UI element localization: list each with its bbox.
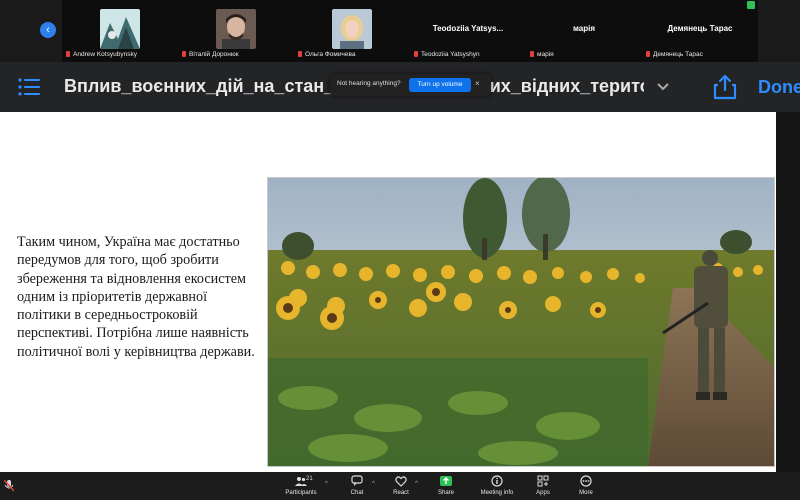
avatar [100, 9, 140, 49]
participant-tile[interactable]: Teodoziia Yatsys... Teodoziia Yatsyshyn [410, 0, 526, 62]
participant-tile[interactable]: Andrew Kotsyubynsky [62, 0, 178, 62]
list-icon[interactable] [18, 78, 40, 96]
participant-name-label: Andrew Kotsyubynsky [66, 51, 137, 58]
participants-button[interactable]: Participants [276, 475, 326, 500]
chevron-up-icon[interactable]: ^ [415, 481, 418, 487]
apps-icon [537, 475, 549, 487]
chat-icon [351, 475, 363, 486]
muted-mic-icon [414, 51, 418, 57]
chevron-up-icon[interactable]: ^ [372, 481, 375, 487]
avatar [216, 9, 256, 49]
meeting-info-button[interactable]: Meeting info [472, 475, 522, 500]
muted-mic-icon [66, 51, 70, 57]
previous-page-button[interactable]: ‹ [40, 22, 56, 38]
shared-slide: Таким чином, Україна має достатньо перед… [0, 112, 776, 472]
participant-name-label: Ольга Фомичева [298, 51, 355, 58]
slide-photo [267, 177, 775, 467]
muted-mic-icon [530, 51, 534, 57]
participant-count: 21 [306, 476, 313, 482]
avatar [332, 9, 372, 49]
chat-button[interactable]: Chat [332, 475, 382, 500]
participant-name-label: Teodoziia Yatsyshyn [414, 51, 480, 58]
done-button[interactable]: Done [758, 77, 800, 98]
participant-tile[interactable]: Демянець Тарас Демянець Тарас [642, 0, 758, 62]
slide-body-text: Таким чином, Україна має достатньо перед… [17, 234, 255, 360]
security-indicator-icon [747, 1, 755, 9]
participant-display-name: марія [572, 24, 596, 33]
muted-mic-icon [646, 51, 650, 57]
toast-message: Not hearing anything? [337, 80, 401, 87]
sunflower-field-image [268, 178, 774, 466]
participant-name-label: Віталій Доронюк [182, 51, 239, 58]
muted-mic-icon[interactable] [3, 479, 15, 493]
react-button[interactable]: React [376, 475, 426, 500]
chevron-down-icon[interactable] [656, 80, 670, 94]
participant-name-label: марія [530, 51, 554, 58]
more-button[interactable]: More [561, 475, 611, 500]
share-screen-button[interactable]: Share [421, 475, 471, 500]
more-icon [580, 475, 592, 487]
info-icon [491, 475, 503, 487]
participant-name-label: Демянець Тарас [646, 51, 703, 58]
heart-icon [395, 476, 407, 487]
meeting-toolbar: Participants 21 ^ Chat ^ React ^ Share M… [0, 472, 800, 500]
chevron-up-icon[interactable]: ^ [325, 481, 328, 487]
participant-tile[interactable]: Віталій Доронюк [178, 0, 294, 62]
turn-up-volume-button[interactable]: Turn up volume [409, 78, 471, 92]
muted-mic-icon [182, 51, 186, 57]
window-edge [776, 112, 800, 472]
share-screen-icon [440, 476, 452, 486]
share-icon[interactable] [713, 74, 737, 100]
participant-tile[interactable]: Ольга Фомичева [294, 0, 410, 62]
participant-display-name: Демянець Тарас [667, 24, 733, 33]
audio-toast: Not hearing anything? Turn up volume × [330, 74, 491, 96]
close-icon[interactable]: × [475, 79, 480, 88]
muted-mic-icon [298, 51, 302, 57]
participant-tile[interactable]: марія марія [526, 0, 642, 62]
chevron-left-icon: ‹ [46, 24, 50, 36]
participant-display-name: Teodoziia Yatsys... [432, 24, 504, 33]
